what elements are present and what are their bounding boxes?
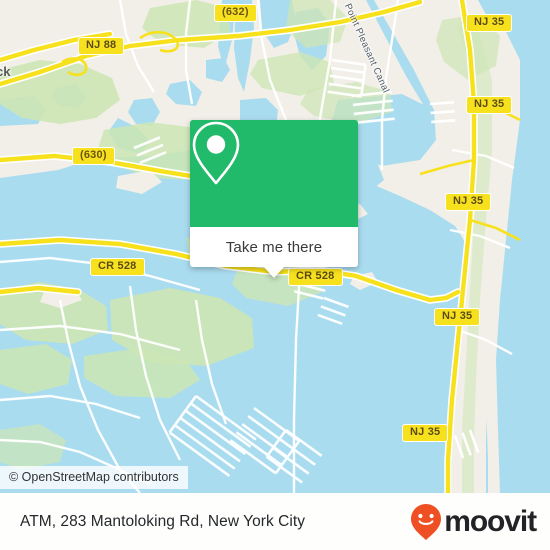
popup-icon-panel [190, 120, 358, 227]
location-popup-card[interactable]: Take me there [190, 120, 358, 278]
road-shield-nj35-1[interactable]: NJ 35 [466, 14, 513, 32]
road-shield-nj88[interactable]: NJ 88 [78, 37, 125, 55]
take-me-there-label: Take me there [225, 238, 323, 256]
moovit-brand[interactable]: moovit [409, 503, 537, 541]
map-canvas[interactable]: Point Pleasant Canal ck (632) NJ 88 NJ 3… [0, 0, 550, 493]
footer-bar: ATM, 283 Mantoloking Rd, New York City m… [0, 493, 550, 550]
openstreetmap-attribution[interactable]: © OpenStreetMap contributors [0, 466, 188, 489]
road-shield-cr528-2[interactable]: CR 528 [288, 268, 343, 286]
moovit-smiley-pin-icon [411, 503, 442, 540]
road-shield-nj35-5[interactable]: NJ 35 [402, 424, 449, 442]
popup-action-panel[interactable]: Take me there [190, 227, 358, 267]
map-pin-icon [192, 121, 240, 185]
popup-pointer-tail [264, 267, 284, 278]
place-label-partial: ck [0, 64, 11, 79]
road-shield-nj35-2[interactable]: NJ 35 [466, 96, 513, 114]
road-shield-nj35-3[interactable]: NJ 35 [445, 193, 492, 211]
moovit-wordmark: moovit [444, 504, 537, 538]
map-screenshot: Point Pleasant Canal ck (632) NJ 88 NJ 3… [0, 0, 550, 550]
road-shield-632[interactable]: (632) [214, 4, 257, 22]
address-label: ATM, 283 Mantoloking Rd, New York City [20, 512, 306, 530]
road-shield-nj35-4[interactable]: NJ 35 [434, 308, 481, 326]
road-shield-cr528-1[interactable]: CR 528 [90, 258, 145, 276]
road-shield-630[interactable]: (630) [72, 147, 115, 165]
